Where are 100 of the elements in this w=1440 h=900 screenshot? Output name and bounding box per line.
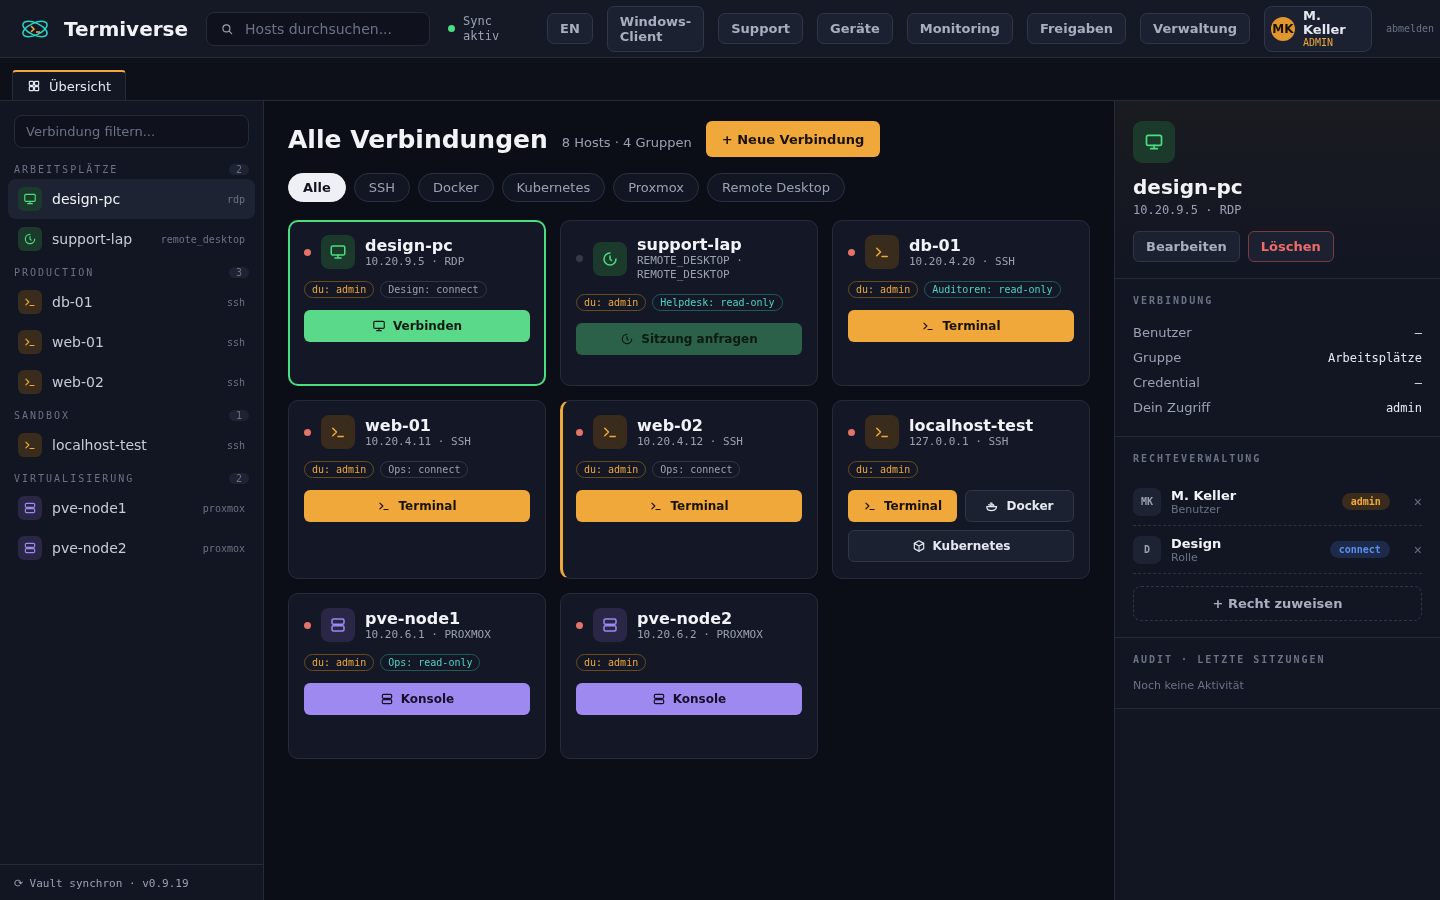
nav-button[interactable]: Geräte: [817, 13, 893, 44]
action-button[interactable]: Kubernetes: [848, 530, 1074, 562]
sidebar-item[interactable]: design-pc rdp: [8, 179, 255, 219]
user-menu[interactable]: MK M. Keller ADMIN: [1263, 5, 1372, 52]
host-address: 127.0.0.1 · SSH: [909, 434, 1010, 449]
host-card[interactable]: pve-node2 10.20.6.2 · PROXMOX du: admin Konsole: [560, 593, 818, 759]
sidebar-item[interactable]: web-01 ssh: [8, 322, 255, 362]
monitor-icon: [371, 319, 386, 333]
permission-badge: connect: [1329, 541, 1390, 558]
host-address: 10.20.4.11 · SSH: [365, 434, 471, 449]
host-name: pve-node1: [365, 608, 462, 628]
clock-icon: [620, 332, 635, 346]
sidebar-item[interactable]: support-lap remote_desktop: [8, 219, 255, 259]
sidebar-item[interactable]: web-02 ssh: [8, 362, 255, 402]
user-role: ADMIN: [1302, 37, 1335, 48]
initials-avatar: D: [1133, 535, 1161, 564]
principal-type: Benutzer: [1171, 502, 1222, 516]
group-count: 2: [228, 164, 249, 175]
host-name: support-lap: [637, 235, 743, 254]
nav-button[interactable]: Verwaltung: [1140, 13, 1250, 44]
nav-button[interactable]: Windows-Client: [606, 5, 705, 52]
host-card[interactable]: pve-node1 10.20.6.1 · PROXMOX du: admin Ops: read-only Konsole: [288, 593, 546, 759]
host-address: 10.20.4.20 · SSH: [909, 254, 1015, 269]
initials-avatar: MK: [1133, 487, 1161, 516]
host-card[interactable]: support-lap REMOTE_DESKTOP · REMOTE_DESKTOP du: admin Helpdesk: read-only Sitzung anfragen: [560, 220, 818, 386]
app-title: Termiverse: [64, 16, 189, 41]
user-avatar: MK: [1270, 16, 1295, 41]
action-button[interactable]: Konsole: [304, 683, 530, 715]
filter-chip[interactable]: Kubernetes: [501, 173, 606, 202]
server-icon: [601, 616, 619, 634]
language-button[interactable]: EN: [547, 13, 593, 44]
filter-chip[interactable]: Remote Desktop: [707, 173, 845, 202]
host-card[interactable]: db-01 10.20.4.20 · SSH du: admin Auditoren: read-only Terminal: [832, 220, 1090, 386]
field-label: Benutzer: [1133, 325, 1192, 340]
tab[interactable]: Übersicht: [12, 70, 126, 100]
remove-button[interactable]: ×: [1413, 541, 1422, 558]
principal-name: Design: [1171, 535, 1223, 551]
field-value: Arbeitsplätze: [1328, 350, 1422, 365]
action-button[interactable]: Terminal: [576, 490, 802, 522]
group-count: 1: [228, 410, 249, 421]
host-card[interactable]: localhost-test 127.0.0.1 · SSH du: admin Terminal Docker Kubernetes: [832, 400, 1090, 579]
nav-button[interactable]: Support: [718, 13, 804, 44]
host-card[interactable]: web-01 10.20.4.11 · SSH du: admin Ops: connect Terminal: [288, 400, 546, 579]
action-button[interactable]: Verbinden: [304, 310, 530, 342]
monitor-icon: [1144, 132, 1164, 152]
section-title: RECHTEVERWALTUNG: [1133, 453, 1263, 464]
sidebar-item[interactable]: pve-node2 proxmox: [8, 528, 255, 568]
cube-icon: [911, 539, 926, 553]
host-address: 10.20.6.2 · PROXMOX: [637, 627, 763, 642]
host-summary: 8 Hosts · 4 Gruppen: [561, 134, 692, 150]
group-title: ARBEITSPLÄTZE: [14, 164, 119, 175]
server-icon: [329, 616, 347, 634]
field-label: Dein Zugriff: [1133, 400, 1211, 415]
host-address: 10.20.4.12 · SSH: [637, 434, 743, 449]
assign-permission-button[interactable]: + Recht zuweisen: [1133, 586, 1422, 621]
sync-status: Sync aktiv: [463, 13, 501, 44]
delete-button[interactable]: Löschen: [1247, 231, 1334, 262]
new-connection-button[interactable]: + Neue Verbindung: [705, 121, 881, 157]
empty-message: Noch keine Aktivität: [1133, 679, 1245, 692]
nav-button[interactable]: Monitoring: [906, 13, 1013, 44]
monitor-icon: [329, 243, 347, 261]
sidebar-item[interactable]: db-01 ssh: [8, 282, 255, 322]
filter-chip[interactable]: Proxmox: [613, 173, 700, 202]
user-name: M. Keller: [1302, 9, 1347, 37]
action-button[interactable]: Konsole: [576, 683, 802, 715]
section-title: AUDIT · LETZTE SITZUNGEN: [1133, 654, 1327, 665]
nav-button[interactable]: Freigaben: [1026, 13, 1127, 44]
remove-button[interactable]: ×: [1413, 493, 1422, 510]
sidebar-item[interactable]: localhost-test ssh: [8, 425, 255, 465]
host-name: localhost-test: [909, 415, 1034, 435]
field-value: —: [1414, 375, 1422, 390]
action-button[interactable]: Docker: [965, 490, 1074, 522]
filter-field[interactable]: Verbindung filtern...: [14, 115, 249, 148]
filter-chip[interactable]: Alle: [288, 173, 346, 202]
edit-button[interactable]: Bearbeiten: [1133, 231, 1240, 262]
field-label: Credential: [1133, 375, 1200, 390]
group-count: 3: [228, 267, 249, 278]
permission-badge: admin: [1341, 493, 1390, 510]
field-value: admin: [1385, 400, 1422, 415]
server-icon: [23, 501, 37, 515]
group-title: VIRTUALISIERUNG: [14, 473, 135, 484]
server-icon: [379, 692, 394, 706]
sidebar-item[interactable]: pve-node1 proxmox: [8, 488, 255, 528]
host-card[interactable]: web-02 10.20.4.12 · SSH du: admin Ops: connect Terminal: [560, 400, 818, 579]
monitor-icon: [23, 192, 37, 206]
logout-link[interactable]: abmelden: [1385, 23, 1435, 34]
principal-type: Rolle: [1171, 550, 1198, 564]
action-button[interactable]: Terminal: [304, 490, 530, 522]
server-icon: [23, 541, 37, 555]
action-button[interactable]: Terminal: [848, 310, 1074, 342]
field-value: —: [1414, 325, 1422, 340]
host-card[interactable]: design-pc 10.20.9.5 · RDP du: admin Design: connect Verbinden: [288, 220, 546, 386]
clock-icon: [23, 232, 37, 246]
filter-chip[interactable]: Docker: [418, 173, 494, 202]
search-field[interactable]: Hosts durchsuchen...: [206, 11, 431, 46]
filter-chip[interactable]: SSH: [353, 173, 411, 202]
group-title: SANDBOX: [14, 410, 71, 421]
host-name: db-01: [909, 235, 962, 255]
action-button[interactable]: Terminal: [848, 490, 957, 522]
host-address: REMOTE_DESKTOP · REMOTE_DESKTOP: [637, 254, 744, 282]
